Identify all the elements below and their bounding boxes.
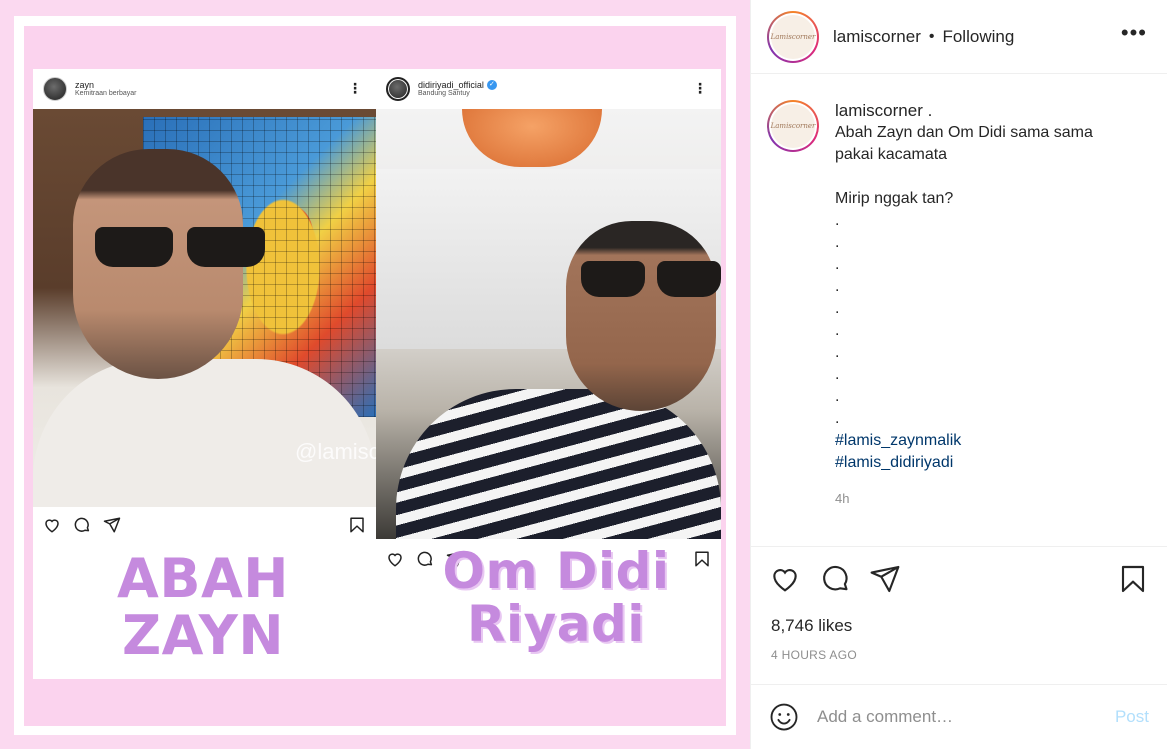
bookmark-icon xyxy=(695,551,709,567)
heart-icon xyxy=(388,553,402,567)
caption-text: pakai kacamata xyxy=(835,146,948,163)
caption-dot: . xyxy=(835,366,840,383)
label-om-didi-riyadi: Om Didi Riyadi xyxy=(442,542,670,653)
caption-text: Mirip nggak tan? xyxy=(835,190,954,207)
comment-input[interactable] xyxy=(817,707,1105,727)
card-avatar xyxy=(43,77,67,101)
collage-card-didi: didiriyadi_official ✓ Bandung Santuy ⋮ O… xyxy=(376,69,721,679)
sunglasses xyxy=(581,261,721,297)
caption-dot: . xyxy=(835,278,840,295)
caption-dot: . xyxy=(835,212,840,229)
card-header: zayn Kemitraan berbayar ⋮ xyxy=(33,69,376,109)
author-username[interactable]: lamiscorner xyxy=(833,27,921,47)
caption-dot: . xyxy=(835,322,840,339)
separator-dot: • xyxy=(928,27,935,45)
verified-icon: ✓ xyxy=(486,80,497,91)
emoji-icon[interactable] xyxy=(769,702,799,732)
comment-icon[interactable] xyxy=(819,563,851,595)
photo-zayn: @lamiscorner xyxy=(33,109,376,507)
watermark: @lamiscorner xyxy=(295,439,376,464)
post-sidebar: Lamiscorner lamiscorner • Following ••• … xyxy=(750,0,1167,749)
card-username: didiriyadi_official ✓ xyxy=(418,79,497,91)
label-abah-zayn: ABAH ZAYN xyxy=(117,547,289,667)
share-icon xyxy=(103,517,121,533)
avatar[interactable]: Lamiscorner xyxy=(767,10,819,63)
comment-icon xyxy=(74,517,90,532)
post-image: zayn Kemitraan berbayar ⋮ @lamiscorner xyxy=(0,0,750,749)
bookmark-icon[interactable] xyxy=(1117,563,1149,595)
comparison-collage: zayn Kemitraan berbayar ⋮ @lamiscorner xyxy=(33,69,721,679)
sunglasses xyxy=(95,227,265,267)
caption-dot: . xyxy=(835,410,840,427)
comment-icon xyxy=(417,551,433,566)
following-button[interactable]: Following xyxy=(942,27,1014,47)
more-icon: ⋮ xyxy=(348,80,362,96)
striped-shirt xyxy=(396,389,721,539)
post-button[interactable]: Post xyxy=(1115,707,1149,727)
share-icon[interactable] xyxy=(869,563,901,595)
heart-icon[interactable] xyxy=(769,563,801,595)
post-timestamp[interactable]: 4 HOURS AGO xyxy=(771,648,857,662)
caption-timestamp[interactable]: 4h xyxy=(835,488,1093,510)
caption-dot: . xyxy=(835,300,840,317)
instagram-post-view: zayn Kemitraan berbayar ⋮ @lamiscorner xyxy=(0,0,1167,749)
hashtag-link[interactable]: #lamis_zaynmalik xyxy=(835,430,1093,452)
caption-dot: . xyxy=(835,344,840,361)
photo-didi xyxy=(376,109,721,539)
card-actions xyxy=(33,510,376,540)
heart-icon xyxy=(45,519,59,533)
post-header: Lamiscorner lamiscorner • Following ••• xyxy=(751,0,1167,74)
avatar-logo: Lamiscorner xyxy=(771,14,815,59)
avatar-logo: Lamiscorner xyxy=(771,104,815,148)
caption-avatar[interactable]: Lamiscorner xyxy=(767,100,819,152)
card-username: zayn xyxy=(75,79,95,90)
ceiling-lamp xyxy=(462,109,602,167)
more-icon: ⋮ xyxy=(693,80,707,96)
card-header: didiriyadi_official ✓ Bandung Santuy ⋮ xyxy=(376,69,721,109)
bookmark-icon xyxy=(350,517,364,533)
hashtag-link[interactable]: #lamis_didiriyadi xyxy=(835,452,1093,474)
post-actions xyxy=(751,546,1167,610)
likes-count[interactable]: 8,746 likes xyxy=(771,616,852,636)
card-subtitle: Bandung Santuy xyxy=(418,90,470,98)
shirt xyxy=(33,359,376,507)
card-avatar xyxy=(386,77,410,101)
head xyxy=(566,221,716,411)
card-username-text: didiriyadi_official xyxy=(418,79,484,90)
caption-dot: . xyxy=(835,234,840,251)
caption-dot: . xyxy=(835,256,840,273)
card-subtitle: Kemitraan berbayar xyxy=(75,90,137,98)
caption-username[interactable]: lamiscorner . xyxy=(835,100,1093,122)
comment-box: Post xyxy=(751,684,1167,749)
collage-card-zayn: zayn Kemitraan berbayar ⋮ @lamiscorner xyxy=(33,69,376,679)
caption: Lamiscorner lamiscorner . Abah Zayn dan … xyxy=(767,100,1157,510)
caption-text: Abah Zayn dan Om Didi sama sama xyxy=(835,124,1093,141)
caption-body: lamiscorner . Abah Zayn dan Om Didi sama… xyxy=(835,100,1093,510)
more-options-icon[interactable]: ••• xyxy=(1121,22,1147,44)
caption-dot: . xyxy=(835,388,840,405)
